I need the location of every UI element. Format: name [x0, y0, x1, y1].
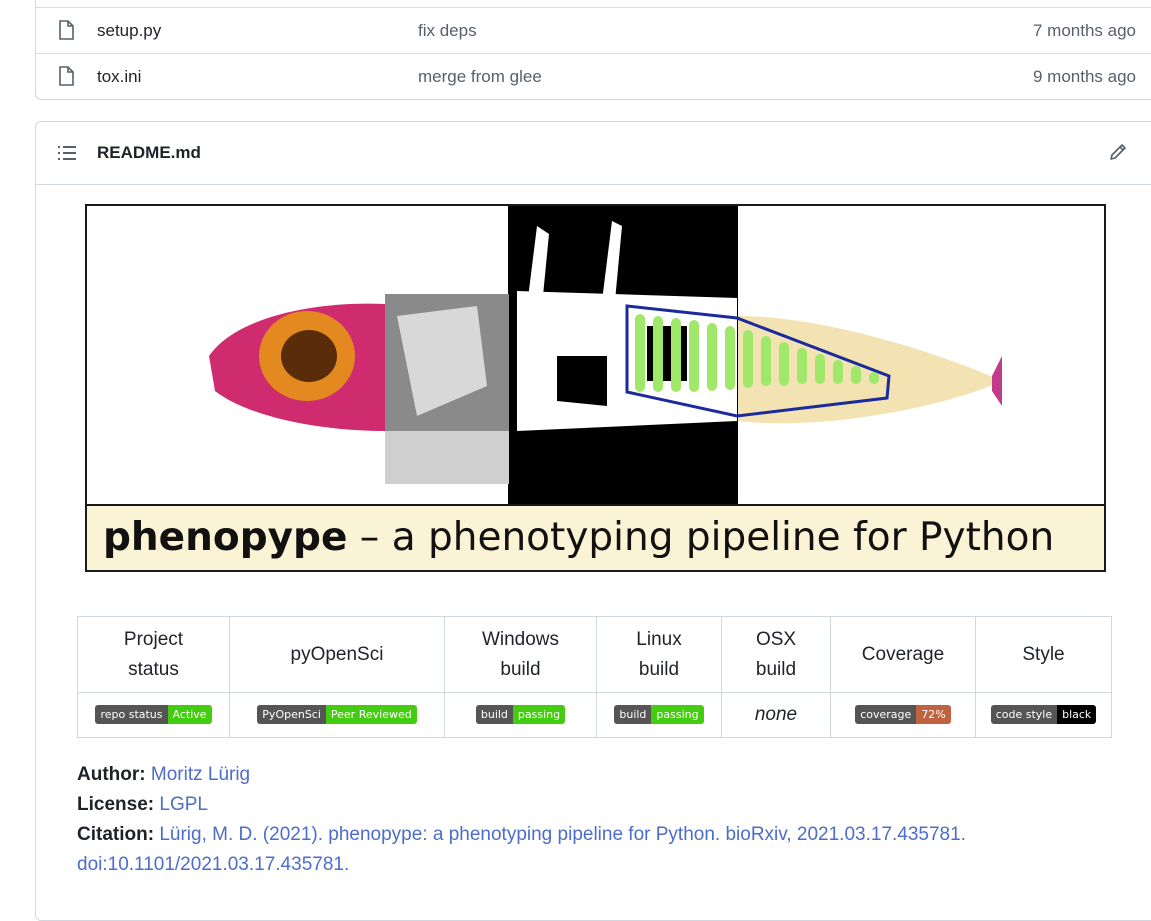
file-list: setup.py fix deps 7 months ago tox.ini m…	[35, 0, 1151, 100]
commit-age: 9 months ago	[1032, 67, 1136, 86]
banner-caption: phenopype – a phenotyping pipeline for P…	[87, 504, 1104, 570]
pyopensci-badge[interactable]: PyOpenSci Peer Reviewed	[257, 705, 417, 725]
header-osx-build: OSX build	[721, 616, 831, 693]
file-name[interactable]: setup.py	[97, 21, 161, 41]
license-link[interactable]: LGPL	[159, 794, 208, 815]
code-style-badge[interactable]: code style black	[990, 705, 1097, 725]
author-line: Author: Moritz Lürig	[77, 764, 250, 786]
citation-doi-link[interactable]: doi:10.1101/2021.03.17.435781.	[77, 854, 349, 875]
citation-line: Citation: Lürig, M. D. (2021). phenopype…	[77, 824, 966, 846]
citation-link[interactable]: Lürig, M. D. (2021). phenopype: a phenot…	[159, 824, 966, 845]
linux-build-badge[interactable]: build passing	[614, 705, 704, 725]
fish-illustration	[209, 206, 1002, 504]
license-label: License:	[77, 794, 155, 815]
file-name[interactable]: tox.ini	[97, 67, 141, 87]
header-windows-build: Windows build	[444, 616, 597, 693]
readme-header: README.md	[36, 122, 1151, 185]
header-style: Style	[975, 616, 1112, 693]
file-icon	[59, 66, 74, 86]
windows-build-badge[interactable]: build passing	[475, 705, 566, 725]
banner-title: phenopype	[103, 515, 348, 560]
commit-message[interactable]: fix deps	[418, 21, 477, 41]
badge-table: Project status pyOpenSci Windows build Lin…	[77, 616, 1112, 738]
author-label: Author:	[77, 764, 146, 785]
author-link[interactable]: Moritz Lürig	[151, 764, 250, 785]
header-project-status: Project status	[77, 616, 230, 693]
commit-age: 7 months ago	[1032, 21, 1136, 40]
citation-doi-line: doi:10.1101/2021.03.17.435781.	[77, 854, 349, 876]
citation-label: Citation:	[77, 824, 155, 845]
banner-subtitle: – a phenotyping pipeline for Python	[347, 515, 1055, 560]
commit-message[interactable]: merge from glee	[418, 67, 542, 87]
license-line: License: LGPL	[77, 794, 208, 816]
header-pyopensci: pyOpenSci	[229, 616, 445, 693]
osx-build-none: none	[754, 704, 798, 725]
header-coverage: Coverage	[830, 616, 976, 693]
header-linux-build: Linux build	[596, 616, 722, 693]
file-row[interactable]: setup.py fix deps 7 months ago	[36, 7, 1151, 55]
list-icon[interactable]	[57, 144, 77, 162]
coverage-badge[interactable]: coverage 72%	[855, 705, 951, 725]
file-row[interactable]: tox.ini merge from glee 9 months ago	[36, 53, 1151, 101]
readme-title[interactable]: README.md	[97, 143, 201, 163]
repo-status-badge[interactable]: repo status Active	[95, 705, 212, 725]
phenopype-banner: phenopype – a phenotyping pipeline for P…	[85, 204, 1106, 572]
pencil-icon[interactable]	[1108, 142, 1128, 162]
file-icon	[59, 20, 74, 40]
